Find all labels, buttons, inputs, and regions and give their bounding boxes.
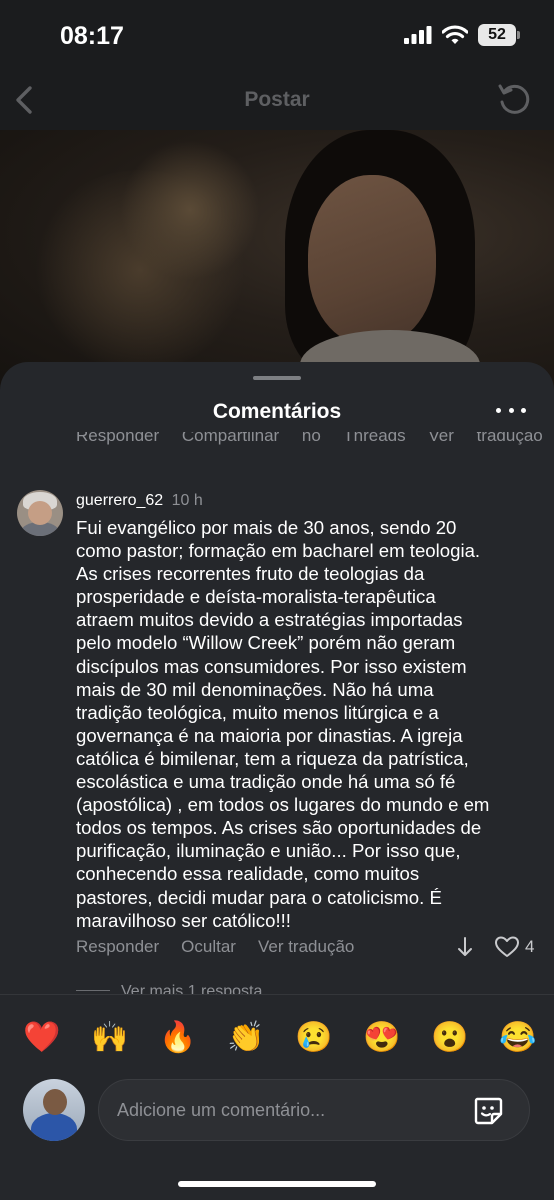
view-more-replies[interactable]: Ver mais 1 resposta (76, 982, 546, 994)
comment-username[interactable]: guerrero_62 (76, 492, 163, 509)
quick-reactions: ❤️ 🙌 🔥 👏 😢 😍 😮 😂 (20, 1017, 540, 1057)
like-count: 4 (525, 937, 535, 956)
page-title: Postar (244, 88, 310, 111)
sticker-icon[interactable] (471, 1094, 505, 1128)
reaction-surprised-face[interactable]: 😮 (428, 1017, 472, 1057)
comment-text: Fui evangélico por mais de 30 anos, send… (76, 517, 490, 931)
status-time: 08:17 (60, 22, 124, 50)
view-more-replies-label[interactable]: Ver mais 1 resposta (121, 983, 262, 994)
status-icons: 52 (404, 24, 520, 46)
comment-time: 10 h (171, 492, 203, 509)
more-options-button[interactable] (496, 398, 526, 422)
reaction-raised-hands[interactable]: 🙌 (88, 1017, 132, 1057)
sheet-title: Comentários (212, 400, 342, 423)
reply-button[interactable]: Responder (76, 937, 159, 957)
current-user-avatar (23, 1079, 85, 1141)
previous-comment-actions: Responder Compartilhar no Threads Ver tr… (76, 432, 546, 446)
comment-composer: ❤️ 🙌 🔥 👏 😢 😍 😮 😂 Adicione um comentário.… (0, 994, 554, 1200)
translate-button[interactable]: Ver tradução (258, 937, 354, 957)
wifi-icon (442, 25, 468, 44)
hide-button[interactable]: Ocultar (181, 937, 236, 957)
comment-actions: Responder Ocultar Ver tradução (76, 937, 354, 957)
top-bar: Postar (0, 72, 554, 130)
comments-sheet: Comentários Responder Compartilhar no Th… (0, 362, 554, 1200)
commenter-avatar[interactable] (17, 490, 63, 536)
status-bar: 08:17 52 (0, 0, 554, 72)
refresh-icon[interactable] (496, 82, 532, 118)
reaction-heart[interactable]: ❤️ (20, 1017, 64, 1057)
reaction-tears-of-joy[interactable]: 😂 (496, 1017, 540, 1057)
home-indicator[interactable] (178, 1181, 376, 1187)
cellular-signal-icon (404, 26, 432, 44)
battery-indicator: 52 (478, 24, 520, 46)
reaction-crying-face[interactable]: 😢 (292, 1017, 336, 1057)
reaction-heart-eyes[interactable]: 😍 (360, 1017, 404, 1057)
previous-comment-actions-text: Responder Compartilhar no Threads Ver tr… (76, 432, 546, 445)
comment-meta: guerrero_62 10 h (76, 492, 203, 510)
arrow-down-icon[interactable] (456, 936, 474, 958)
heart-icon[interactable] (494, 935, 520, 959)
sheet-drag-handle[interactable] (253, 376, 301, 380)
comment-input-placeholder[interactable]: Adicione um comentário... (117, 1100, 325, 1121)
post-photo (0, 130, 554, 390)
reaction-clapping-hands[interactable]: 👏 (224, 1017, 268, 1057)
comment-input[interactable]: Adicione um comentário... (98, 1079, 530, 1141)
reaction-fire[interactable]: 🔥 (156, 1017, 200, 1057)
